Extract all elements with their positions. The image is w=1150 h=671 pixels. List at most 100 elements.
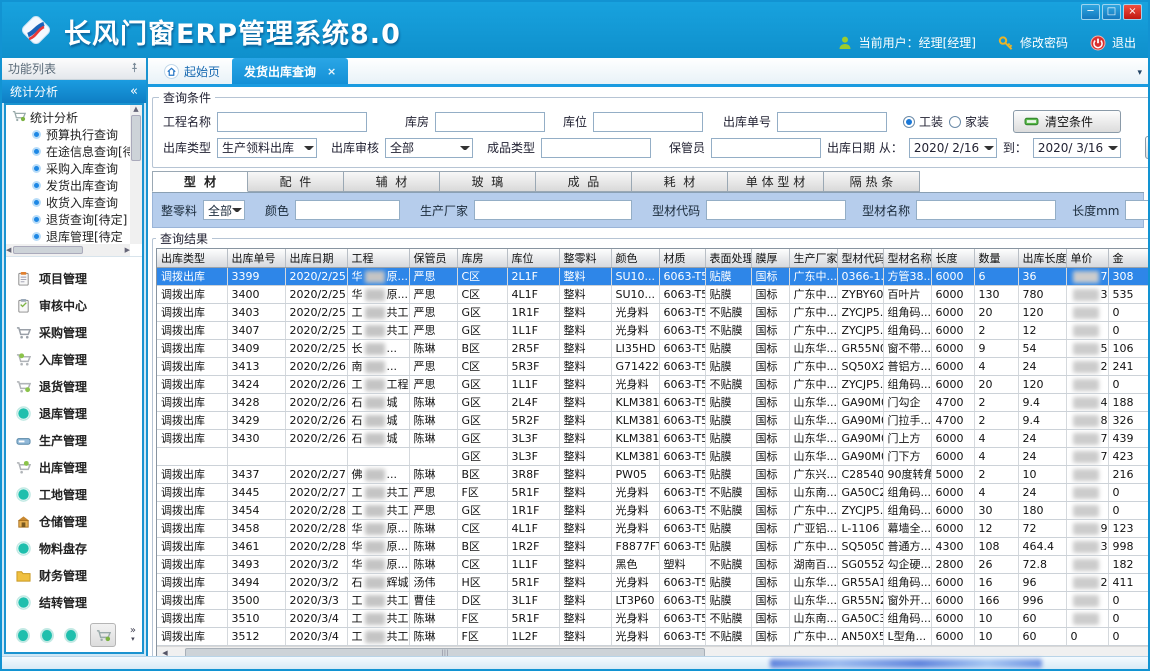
table-row[interactable]: 调拨出库34002020/2/25华原...严思C区4L1F整料SU10...6… bbox=[157, 285, 1148, 303]
tab-shipment-out-query[interactable]: 发货出库查询 × bbox=[232, 58, 348, 84]
material-tab-成品[interactable]: 成 品 bbox=[536, 171, 632, 192]
manufacturer-input[interactable] bbox=[474, 200, 632, 220]
tree-item-退货查询[待定][interactable]: 退货查询[待定] bbox=[12, 211, 128, 228]
column-header-出库类型[interactable]: 出库类型 bbox=[157, 249, 227, 267]
sidebar-more-button[interactable]: »▾ bbox=[130, 627, 136, 643]
table-row[interactable]: 调拨出库34542020/2/28工共工程严思G区1R1F整料光身料6063-T… bbox=[157, 501, 1148, 519]
tree-item-预算执行查询[interactable]: 预算执行查询 bbox=[12, 126, 128, 143]
sidebar-item-出库管理[interactable]: 出库管理 bbox=[16, 454, 138, 481]
material-tab-辅材[interactable]: 辅 材 bbox=[344, 171, 440, 192]
column-header-出库单号[interactable]: 出库单号 bbox=[227, 249, 285, 267]
column-header-生产厂家[interactable]: 生产厂家 bbox=[789, 249, 837, 267]
minimize-button[interactable]: ─ bbox=[1081, 4, 1100, 20]
sidebar-item-仓储管理[interactable]: 仓储管理 bbox=[16, 508, 138, 535]
table-row[interactable]: 调拨出库34072020/2/25工共工程严思G区1L1F整料光身料6063-T… bbox=[157, 321, 1148, 339]
table-row[interactable]: 调拨出库34942020/3/2石辉城汤伟H区5R1F整料光身料6063-T5贴… bbox=[157, 573, 1148, 591]
close-button[interactable]: × bbox=[1123, 4, 1142, 20]
sidebar-item-入库管理[interactable]: 入库管理 bbox=[16, 346, 138, 373]
table-row[interactable]: 调拨出库35002020/3/3工共工程曹佳D区3L1F整料LT3P606063… bbox=[157, 591, 1148, 609]
table-row[interactable]: 调拨出库34032020/2/25工共工程严思G区1R1F整料光身料6063-T… bbox=[157, 303, 1148, 321]
table-row[interactable]: 调拨出库34932020/3/2华原...陈琳C区1L1F整料黑色塑料不贴膜国标… bbox=[157, 555, 1148, 573]
tree-vertical-scrollbar[interactable]: ▲ bbox=[130, 105, 142, 244]
maximize-button[interactable]: □ bbox=[1102, 4, 1121, 20]
out-audit-combobox[interactable]: 全部 bbox=[385, 138, 473, 158]
column-header-材质[interactable]: 材质 bbox=[659, 249, 705, 267]
sidebar-section-statistics[interactable]: 统计分析 « bbox=[2, 80, 146, 103]
material-tab-型材[interactable]: 型 材 bbox=[152, 171, 248, 192]
column-header-库位[interactable]: 库位 bbox=[507, 249, 559, 267]
date-from-picker[interactable]: 2020/ 2/16 bbox=[909, 138, 997, 158]
table-row[interactable]: 调拨出库34612020/2/28华原...陈琳B区1R2F整料F8877FT6… bbox=[157, 537, 1148, 555]
whole-part-combobox[interactable]: 全部 bbox=[203, 200, 245, 220]
material-tab-耗材[interactable]: 耗 材 bbox=[632, 171, 728, 192]
sidebar-item-项目管理[interactable]: 项目管理 bbox=[16, 265, 138, 292]
out-no-input[interactable] bbox=[777, 112, 887, 132]
column-header-长度[interactable]: 长度 bbox=[931, 249, 974, 267]
sidebar-item-结转管理[interactable]: 结转管理 bbox=[16, 589, 138, 616]
change-password-link[interactable]: 修改密码 bbox=[1020, 34, 1068, 51]
profile-name-input[interactable] bbox=[916, 200, 1056, 220]
radio-jiazhuang[interactable]: 家装 bbox=[949, 113, 989, 130]
material-tab-配件[interactable]: 配 件 bbox=[248, 171, 344, 192]
table-row[interactable]: 调拨出库34372020/2/27佛...陈琳B区3R8F整料PW056063-… bbox=[157, 465, 1148, 483]
tree-item-发货出库查询[interactable]: 发货出库查询 bbox=[12, 177, 128, 194]
column-header-出库长度[interactable]: 出库长度 bbox=[1018, 249, 1066, 267]
tab-home[interactable]: 起始页 bbox=[152, 58, 232, 84]
clear-conditions-button[interactable]: 清空条件 bbox=[1013, 110, 1121, 133]
logout-link[interactable]: 退出 bbox=[1112, 34, 1136, 51]
collapse-icon[interactable]: « bbox=[130, 84, 138, 99]
sidebar-item-物料盘存[interactable]: 物料盘存 bbox=[16, 535, 138, 562]
sidebar-item-生产管理[interactable]: 生产管理 bbox=[16, 427, 138, 454]
column-header-金[interactable]: 金 bbox=[1108, 249, 1148, 267]
table-row[interactable]: 调拨出库34282020/2/26石城陈琳G区2L4F整料KLM38176063… bbox=[157, 393, 1148, 411]
sidebar-item-退货管理[interactable]: 退货管理 bbox=[16, 373, 138, 400]
column-header-型材代码[interactable]: 型材代码 bbox=[837, 249, 883, 267]
product-type-input[interactable] bbox=[541, 138, 651, 158]
table-row[interactable]: 调拨出库34302020/2/26石城陈琳G区3L3F整料KLM38176063… bbox=[157, 429, 1148, 447]
tree-horizontal-scrollbar[interactable]: ◀▶ bbox=[6, 244, 130, 256]
column-header-数量[interactable]: 数量 bbox=[974, 249, 1018, 267]
search-button[interactable]: 查 询 bbox=[1145, 136, 1150, 159]
column-header-整零料[interactable]: 整零料 bbox=[559, 249, 611, 267]
length-input[interactable] bbox=[1125, 200, 1150, 220]
material-tab-单体型材[interactable]: 单 体 型 材 bbox=[728, 171, 824, 192]
column-header-出库日期[interactable]: 出库日期 bbox=[285, 249, 347, 267]
sidebar-item-审核中心[interactable]: 审核中心 bbox=[16, 292, 138, 319]
column-header-单价[interactable]: 单价 bbox=[1066, 249, 1108, 267]
tree-root-statistics[interactable]: 统计分析 bbox=[12, 109, 128, 126]
pin-icon[interactable] bbox=[129, 62, 140, 76]
column-header-保管员[interactable]: 保管员 bbox=[409, 249, 457, 267]
column-header-表面处理[interactable]: 表面处理 bbox=[705, 249, 751, 267]
table-row[interactable]: 调拨出库34132020/2/26南...严思C区5R3F整料G71422606… bbox=[157, 357, 1148, 375]
table-row[interactable]: 调拨出库34582020/2/28华原...陈琳C区4L1F整料光身料6063-… bbox=[157, 519, 1148, 537]
date-to-picker[interactable]: 2020/ 3/16 bbox=[1033, 138, 1121, 158]
tree-item-在途信息查询[待[interactable]: 在途信息查询[待 bbox=[12, 143, 128, 160]
table-row[interactable]: 调拨出库34092020/2/25长...陈琳B区2R5F整料LI35HD606… bbox=[157, 339, 1148, 357]
out-type-combobox[interactable]: 生产领料出库 bbox=[217, 138, 317, 158]
tree-item-收货入库查询[interactable]: 收货入库查询 bbox=[12, 194, 128, 211]
tab-overflow-dropdown-icon[interactable]: ▾ bbox=[1137, 68, 1142, 78]
keeper-input[interactable] bbox=[711, 138, 821, 158]
column-header-库房[interactable]: 库房 bbox=[457, 249, 507, 267]
material-tab-隔热条[interactable]: 隔 热 条 bbox=[824, 171, 920, 192]
table-row[interactable]: 调拨出库35122020/3/4工共工程陈琳F区1L2F整料光身料6063-T5… bbox=[157, 627, 1148, 645]
warehouse-input[interactable] bbox=[435, 112, 545, 132]
sidebar-item-财务管理[interactable]: 财务管理 bbox=[16, 562, 138, 589]
material-tab-玻璃[interactable]: 玻 璃 bbox=[440, 171, 536, 192]
table-row[interactable]: 调拨出库33992020/2/25华原...严思C区2L1F整料SU10...6… bbox=[157, 267, 1148, 285]
color-input[interactable] bbox=[295, 200, 400, 220]
profile-code-input[interactable] bbox=[706, 200, 846, 220]
table-row[interactable]: 调拨出库34292020/2/26石城陈琳G区5R2F整料KLM38176063… bbox=[157, 411, 1148, 429]
column-header-膜厚[interactable]: 膜厚 bbox=[751, 249, 789, 267]
table-row[interactable]: 调拨出库34242020/2/26工工程严思G区1L1F整料光身料6063-T5… bbox=[157, 375, 1148, 393]
teal-dot-icon[interactable] bbox=[42, 630, 52, 641]
teal-dot-icon[interactable] bbox=[66, 630, 76, 641]
tab-close-icon[interactable]: × bbox=[327, 65, 336, 78]
tree-item-退库管理[待定[interactable]: 退库管理[待定 bbox=[12, 228, 128, 245]
column-header-颜色[interactable]: 颜色 bbox=[611, 249, 659, 267]
teal-dot-icon[interactable] bbox=[18, 630, 28, 641]
sidebar-item-工地管理[interactable]: 工地管理 bbox=[16, 481, 138, 508]
tree-item-采购入库查询[interactable]: 采购入库查询 bbox=[12, 160, 128, 177]
sidebar-item-采购管理[interactable]: 采购管理 bbox=[16, 319, 138, 346]
table-row[interactable]: G区3L3F整料KLM38176063-T5贴膜国标山东华...GA90M09.… bbox=[157, 447, 1148, 465]
